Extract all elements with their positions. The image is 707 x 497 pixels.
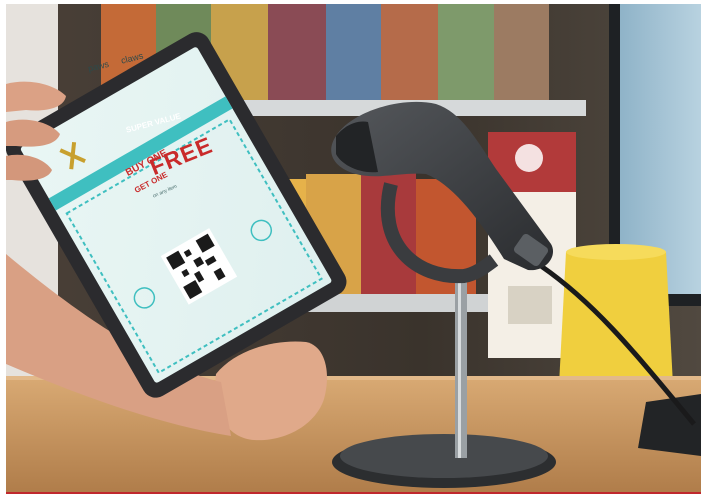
keyboard [638,394,701,456]
frame-bottom-line [6,492,701,494]
dog-logo-icon [515,144,543,172]
photo-frame: paws claws SUPER VALUE BUY ONE GET ONE F… [0,0,707,497]
photo-illustration [6,4,701,492]
retail-scanner-photo: paws claws SUPER VALUE BUY ONE GET ONE F… [6,4,701,492]
